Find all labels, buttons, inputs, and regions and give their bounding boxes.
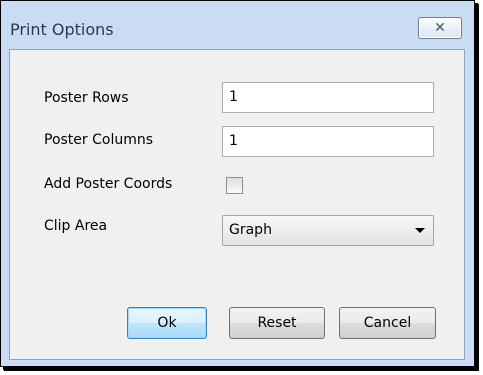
clip-area-dropdown[interactable]: Graph xyxy=(222,215,434,246)
poster-rows-input[interactable]: 1 xyxy=(222,82,434,113)
chevron-down-icon xyxy=(415,228,425,233)
poster-columns-label: Poster Columns xyxy=(44,132,154,148)
cancel-button[interactable]: Cancel xyxy=(339,307,436,339)
dialog-content: Poster Rows 1 Poster Columns 1 Add Poste… xyxy=(9,49,465,360)
dialog-title: Print Options xyxy=(10,20,114,39)
add-poster-coords-label: Add Poster Coords xyxy=(44,176,173,192)
poster-columns-input[interactable]: 1 xyxy=(222,126,434,157)
title-bar[interactable]: Print Options ✕ xyxy=(1,1,474,49)
close-icon: ✕ xyxy=(434,20,446,36)
clip-area-selected: Graph xyxy=(229,222,272,238)
print-options-dialog: Print Options ✕ Poster Rows 1 Poster Col… xyxy=(0,0,475,367)
poster-rows-label: Poster Rows xyxy=(44,90,129,106)
add-poster-coords-checkbox[interactable] xyxy=(226,177,243,194)
close-button[interactable]: ✕ xyxy=(418,17,462,39)
clip-area-label: Clip Area xyxy=(44,218,108,234)
ok-button[interactable]: Ok xyxy=(127,307,207,339)
reset-button[interactable]: Reset xyxy=(229,307,325,339)
